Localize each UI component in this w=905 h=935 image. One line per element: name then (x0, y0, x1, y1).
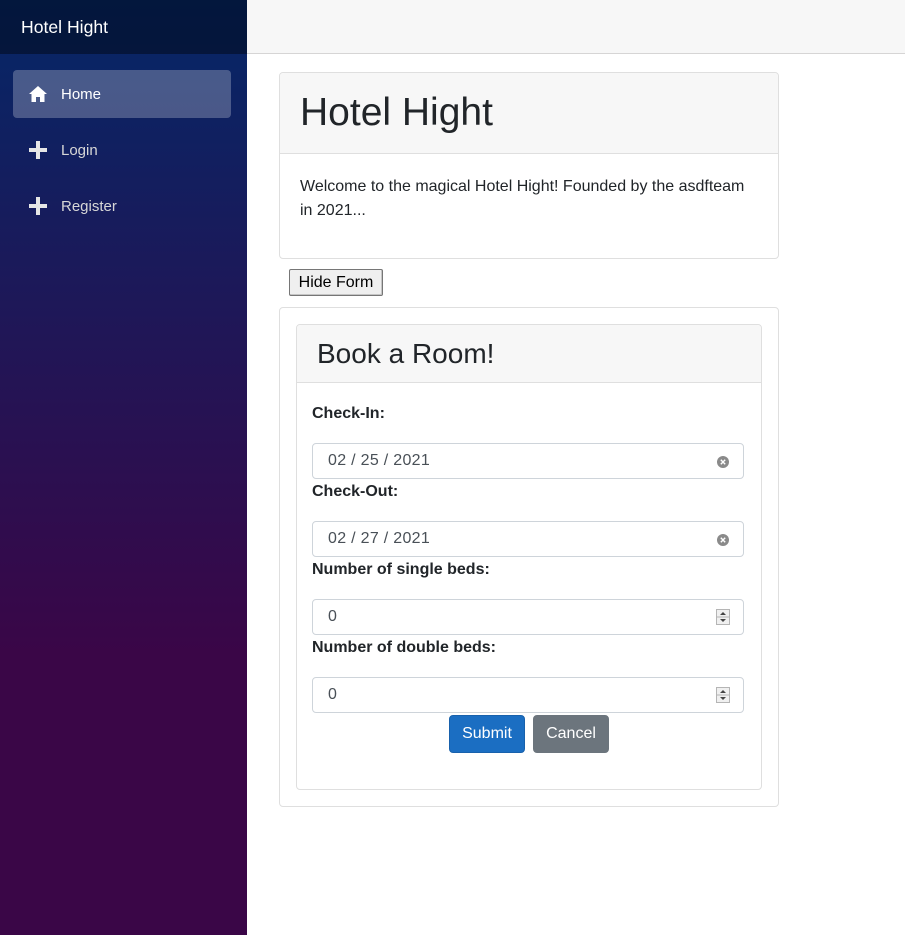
spinner-icon[interactable] (716, 687, 730, 703)
brand-title[interactable]: Hotel Hight (0, 0, 247, 54)
top-bar (247, 0, 905, 54)
double-beds-value: 0 (328, 686, 337, 703)
hide-form-button[interactable]: Hide Form (289, 269, 383, 296)
single-beds-label: Number of single beds: (312, 561, 490, 578)
sidebar-nav: Home Login Register (0, 54, 247, 230)
booking-header: Book a Room! (297, 325, 761, 383)
checkout-value: 02 / 27 / 2021 (328, 530, 431, 547)
welcome-text-line2: in 2021... (300, 202, 366, 219)
booking-container: Book a Room! Check-In: 02 / 25 / 2021 Ch… (279, 307, 779, 807)
hero-card: Hotel Hight Welcome to the magical Hotel… (279, 72, 779, 259)
home-icon (28, 84, 48, 104)
welcome-text-line1: Welcome to the magical Hotel Hight! Foun… (300, 178, 745, 195)
plus-icon (28, 196, 48, 216)
clear-icon[interactable] (717, 455, 729, 468)
sidebar-item-register[interactable]: Register (13, 182, 231, 230)
booking-title: Book a Room! (317, 337, 495, 369)
hero-body: Welcome to the magical Hotel Hight! Foun… (280, 154, 778, 244)
checkin-value: 02 / 25 / 2021 (328, 452, 431, 469)
sidebar-item-label: Home (61, 85, 102, 103)
clear-icon[interactable] (717, 533, 729, 546)
booking-card: Book a Room! Check-In: 02 / 25 / 2021 Ch… (296, 324, 762, 790)
checkout-label: Check-Out: (312, 483, 399, 500)
checkout-date-input[interactable]: 02 / 27 / 2021 (312, 521, 744, 557)
double-beds-label: Number of double beds: (312, 639, 496, 656)
single-beds-input[interactable]: 0 (312, 599, 744, 635)
submit-button[interactable]: Submit (449, 715, 525, 753)
single-beds-value: 0 (328, 608, 337, 625)
cancel-button[interactable]: Cancel (533, 715, 609, 753)
checkin-label: Check-In: (312, 405, 385, 422)
spinner-icon[interactable] (716, 609, 730, 625)
hero-header: Hotel Hight (280, 73, 778, 154)
sidebar: Hotel Hight Home Login Register (0, 0, 247, 935)
sidebar-item-home[interactable]: Home (13, 70, 231, 118)
sidebar-item-label: Login (61, 141, 98, 159)
checkin-date-input[interactable]: 02 / 25 / 2021 (312, 443, 744, 479)
sidebar-item-login[interactable]: Login (13, 126, 231, 174)
sidebar-item-label: Register (61, 197, 117, 215)
page-title: Hotel Hight (300, 91, 493, 134)
plus-icon (28, 140, 48, 160)
double-beds-input[interactable]: 0 (312, 677, 744, 713)
